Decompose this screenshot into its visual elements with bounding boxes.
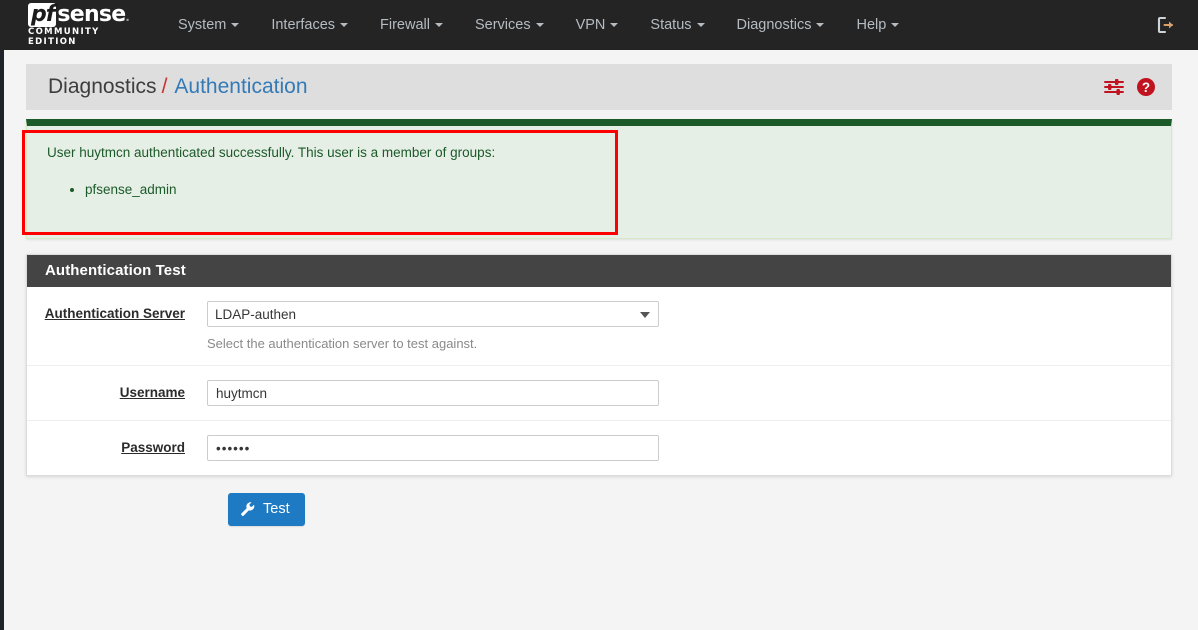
- form-row-authentication-server: Authentication Server LDAP-authen Select…: [27, 287, 1171, 365]
- nav-label: Services: [474, 17, 531, 33]
- chevron-down-icon: [696, 23, 705, 27]
- logo-trademark: .: [125, 8, 130, 25]
- pfsense-logo[interactable]: pf sense . COMMUNITY EDITION: [28, 3, 144, 47]
- test-button-label: Test: [263, 501, 290, 518]
- page-header-actions: ?: [1103, 77, 1156, 97]
- nav-item-services[interactable]: Services: [459, 0, 560, 50]
- nav-item-status[interactable]: Status: [634, 0, 720, 50]
- chevron-down-icon: [816, 23, 825, 27]
- logo-wordmark: pf sense .: [28, 2, 130, 27]
- nav-label: Diagnostics: [736, 17, 812, 33]
- authentication-test-panel: Authentication Test Authentication Serve…: [26, 254, 1172, 477]
- label-password[interactable]: Password: [27, 435, 207, 455]
- nav-item-help[interactable]: Help: [840, 0, 915, 50]
- nav-item-firewall[interactable]: Firewall: [364, 0, 459, 50]
- navbar-menu: System Interfaces Firewall Services VPN …: [162, 0, 1148, 50]
- label-username[interactable]: Username: [27, 380, 207, 400]
- form-actions: Test: [26, 476, 1172, 527]
- label-authentication-server[interactable]: Authentication Server: [27, 301, 207, 321]
- nav-label: Help: [856, 17, 887, 33]
- nav-label: Status: [650, 17, 692, 33]
- chevron-down-icon: [610, 23, 619, 27]
- page-content: User huytmcn authenticated successfully.…: [22, 119, 1172, 527]
- left-edge-strip: [0, 50, 4, 630]
- list-item: pfsense_admin: [85, 181, 1153, 200]
- nav-label: VPN: [575, 17, 606, 33]
- field-authentication-server: LDAP-authen Select the authentication se…: [207, 301, 1171, 351]
- password-input[interactable]: [207, 435, 659, 462]
- chevron-down-icon: [340, 23, 349, 27]
- chevron-down-icon: [434, 23, 443, 27]
- nav-label: Interfaces: [271, 17, 336, 33]
- sign-out-icon[interactable]: [1148, 11, 1184, 39]
- help-text-authentication-server: Select the authentication server to test…: [207, 336, 478, 352]
- logo-subtitle: COMMUNITY EDITION: [28, 27, 100, 47]
- chevron-down-icon: [535, 23, 544, 27]
- nav-item-system[interactable]: System: [162, 0, 255, 50]
- logo-pf-badge: pf: [28, 3, 57, 27]
- help-circle-icon[interactable]: ?: [1136, 77, 1156, 97]
- logo-sense-text: sense: [57, 2, 126, 27]
- field-password: [207, 435, 1171, 462]
- breadcrumb-parent[interactable]: Diagnostics: [48, 75, 157, 99]
- form-row-username: Username: [27, 365, 1171, 420]
- page-header-bar: Diagnostics / Authentication ?: [26, 64, 1172, 110]
- form-row-password: Password: [27, 420, 1171, 475]
- chevron-down-icon: [231, 23, 240, 27]
- wrench-icon: [240, 501, 256, 517]
- authentication-server-select-wrap: LDAP-authen: [207, 301, 659, 328]
- navbar-right: [1148, 11, 1184, 39]
- panel-title: Authentication Test: [27, 255, 1171, 288]
- test-button[interactable]: Test: [228, 493, 305, 527]
- alert-message: User huytmcn authenticated successfully.…: [47, 145, 496, 160]
- nav-label: Firewall: [380, 17, 430, 33]
- sliders-icon[interactable]: [1103, 78, 1125, 96]
- chevron-down-icon: [891, 23, 900, 27]
- breadcrumb-separator: /: [161, 75, 168, 98]
- breadcrumb: Diagnostics / Authentication: [48, 75, 308, 99]
- breadcrumb-current[interactable]: Authentication: [174, 75, 307, 99]
- svg-text:?: ?: [1142, 80, 1150, 95]
- nav-item-diagnostics[interactable]: Diagnostics: [721, 0, 841, 50]
- authentication-server-select[interactable]: LDAP-authen: [207, 301, 659, 328]
- nav-item-interfaces[interactable]: Interfaces: [255, 0, 364, 50]
- panel-body: Authentication Server LDAP-authen Select…: [27, 287, 1171, 475]
- alert-group-list: pfsense_admin: [45, 181, 1153, 200]
- authentication-success-alert: User huytmcn authenticated successfully.…: [26, 119, 1172, 240]
- field-username: [207, 380, 1171, 407]
- username-input[interactable]: [207, 380, 659, 407]
- top-navbar: pf sense . COMMUNITY EDITION System Inte…: [0, 0, 1198, 50]
- nav-item-vpn[interactable]: VPN: [560, 0, 635, 50]
- nav-label: System: [178, 17, 227, 33]
